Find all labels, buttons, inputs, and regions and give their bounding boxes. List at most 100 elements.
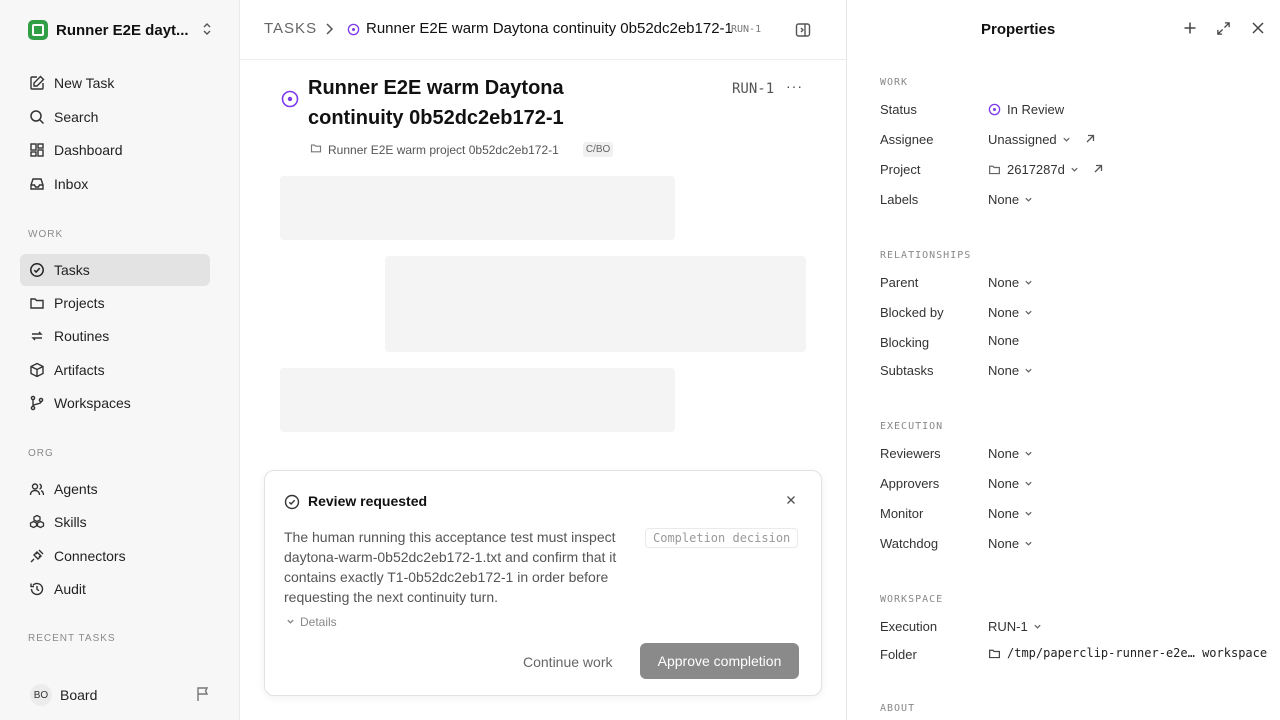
boxes-icon bbox=[28, 513, 46, 531]
plus-icon[interactable] bbox=[1183, 21, 1197, 40]
loading-skeleton bbox=[280, 368, 675, 432]
approvers-value[interactable]: None bbox=[988, 476, 1033, 491]
board-label: Board bbox=[60, 687, 98, 703]
breadcrumb-tasks-link[interactable]: TASKS bbox=[264, 20, 317, 37]
panel-toggle-icon[interactable] bbox=[795, 22, 811, 43]
blocked-by-value[interactable]: None bbox=[988, 305, 1033, 320]
nav-agents[interactable]: Agents bbox=[20, 474, 210, 504]
nav-skills[interactable]: Skills bbox=[20, 507, 210, 537]
subtasks-value[interactable]: None bbox=[988, 363, 1033, 378]
execution-section-label: EXECUTION bbox=[880, 421, 944, 432]
watchdog-text: None bbox=[988, 536, 1020, 551]
nav-artifacts[interactable]: Artifacts bbox=[20, 355, 210, 385]
plug-icon bbox=[28, 547, 46, 565]
nav-inbox[interactable]: Inbox bbox=[20, 169, 210, 199]
project-value[interactable]: 2617287d bbox=[988, 162, 1103, 177]
task-title[interactable]: Runner E2E warm Daytona continuity 0b52d… bbox=[308, 73, 628, 133]
watchdog-value[interactable]: None bbox=[988, 536, 1033, 551]
check-circle-icon bbox=[284, 494, 300, 515]
nav-dashboard[interactable]: Dashboard bbox=[20, 135, 210, 165]
execution-value[interactable]: RUN-1 bbox=[988, 619, 1042, 634]
section-recent-label: RECENT TASKS bbox=[28, 633, 116, 644]
folder-path: /tmp/paperclip-runner-e2e… workspace bbox=[1007, 646, 1268, 660]
blocking-value: None bbox=[988, 333, 1019, 348]
folder-icon bbox=[28, 294, 46, 312]
approvers-text: None bbox=[988, 476, 1020, 491]
reviewers-value[interactable]: None bbox=[988, 446, 1033, 461]
details-label: Details bbox=[300, 615, 337, 629]
blocked-by-text: None bbox=[988, 305, 1020, 320]
folder-icon bbox=[988, 647, 1001, 660]
nav-label: Routines bbox=[54, 328, 110, 344]
workspace-name: Runner E2E dayt... bbox=[56, 21, 189, 39]
labels-label: Labels bbox=[880, 192, 919, 207]
parent-value[interactable]: None bbox=[988, 275, 1033, 290]
nav-new-task[interactable]: New Task bbox=[20, 68, 210, 98]
chevron-right-icon bbox=[324, 22, 334, 41]
monitor-value[interactable]: None bbox=[988, 506, 1033, 521]
nav-projects[interactable]: Projects bbox=[20, 288, 210, 318]
assignee-text: Unassigned bbox=[988, 132, 1057, 147]
sidebar: Runner E2E dayt... New Task Search Dashb… bbox=[0, 0, 240, 720]
close-icon[interactable] bbox=[785, 493, 797, 511]
status-in-review-icon[interactable] bbox=[281, 90, 299, 113]
chevron-down-icon bbox=[1024, 363, 1033, 378]
labels-value[interactable]: None bbox=[988, 192, 1033, 207]
nav-connectors[interactable]: Connectors bbox=[20, 541, 210, 571]
reviewers-label: Reviewers bbox=[880, 446, 941, 461]
chevron-down-icon bbox=[1024, 476, 1033, 491]
completion-decision-tag: Completion decision bbox=[645, 528, 799, 548]
folder-value[interactable]: /tmp/paperclip-runner-e2e… workspace bbox=[988, 646, 1267, 660]
expand-icon[interactable] bbox=[1216, 21, 1231, 41]
search-icon bbox=[28, 108, 46, 126]
folder-icon bbox=[310, 142, 322, 157]
nav-label: Audit bbox=[54, 581, 86, 597]
parent-label: Parent bbox=[880, 275, 919, 290]
nav-label: Connectors bbox=[54, 548, 126, 564]
project-text: 2617287d bbox=[1007, 162, 1065, 177]
status-value[interactable]: In Review bbox=[988, 102, 1064, 117]
repeat-icon bbox=[28, 327, 46, 345]
chevron-down-icon bbox=[1070, 162, 1079, 177]
nav-workspaces[interactable]: Workspaces bbox=[20, 388, 210, 418]
continue-work-button[interactable]: Continue work bbox=[513, 644, 623, 680]
flag-icon[interactable] bbox=[196, 686, 210, 707]
task-project-name: Runner E2E warm project 0b52dc2eb172-1 bbox=[328, 142, 559, 157]
external-link-icon[interactable] bbox=[1085, 132, 1095, 147]
more-options-button[interactable]: ··· bbox=[786, 78, 803, 94]
chevron-down-icon bbox=[1062, 132, 1071, 147]
chevron-down-icon bbox=[1024, 305, 1033, 320]
watchdog-label: Watchdog bbox=[880, 536, 939, 551]
project-label: Project bbox=[880, 162, 921, 177]
nav-search[interactable]: Search bbox=[20, 102, 210, 132]
nav-routines[interactable]: Routines bbox=[20, 321, 210, 351]
nav-label: Skills bbox=[54, 514, 87, 530]
nav-label: Search bbox=[54, 109, 99, 125]
loading-skeleton bbox=[280, 176, 675, 240]
approve-completion-button[interactable]: Approve completion bbox=[640, 643, 799, 679]
inbox-icon bbox=[28, 175, 46, 193]
nav-audit[interactable]: Audit bbox=[20, 574, 210, 604]
users-icon bbox=[28, 480, 46, 498]
work-section-label: WORK bbox=[880, 77, 909, 88]
chevron-down-icon bbox=[1024, 446, 1033, 461]
chevron-down-icon bbox=[1024, 506, 1033, 521]
blocking-label: Blocking bbox=[880, 335, 930, 350]
reviewers-text: None bbox=[988, 446, 1020, 461]
workspace-section-label: WORKSPACE bbox=[880, 594, 944, 605]
task-project-link[interactable]: Runner E2E warm project 0b52dc2eb172-1 C… bbox=[310, 142, 614, 157]
check-circle-icon bbox=[28, 261, 46, 279]
assignee-label: Assignee bbox=[880, 132, 934, 147]
nav-label: Artifacts bbox=[54, 362, 105, 378]
assignee-value[interactable]: Unassigned bbox=[988, 132, 1095, 147]
close-icon[interactable] bbox=[1251, 21, 1265, 40]
labels-text: None bbox=[988, 192, 1020, 207]
details-toggle[interactable]: Details bbox=[286, 615, 337, 629]
nav-tasks[interactable]: Tasks bbox=[20, 254, 210, 286]
board-user[interactable]: BO Board bbox=[30, 684, 97, 706]
review-title: Review requested bbox=[308, 493, 428, 509]
avatar: BO bbox=[30, 684, 52, 706]
workspace-switcher[interactable]: Runner E2E dayt... bbox=[28, 19, 216, 41]
properties-title: Properties bbox=[981, 21, 1056, 38]
external-link-icon[interactable] bbox=[1093, 162, 1103, 177]
